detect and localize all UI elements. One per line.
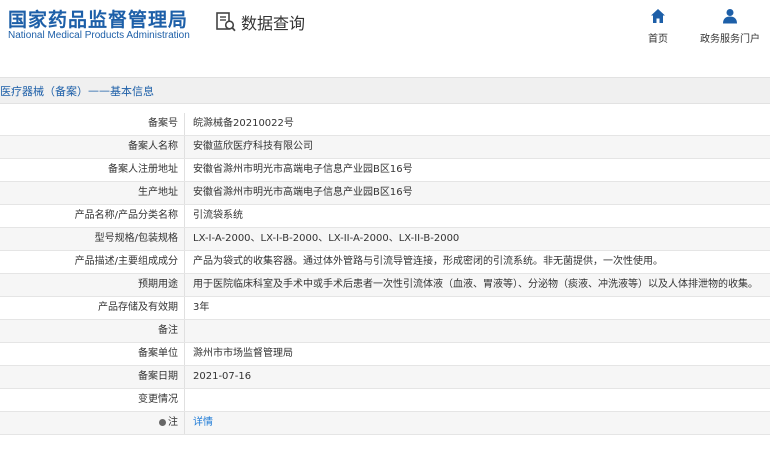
query-title: 数据查询: [241, 14, 306, 33]
row-value: 安徽省滁州市明光市高端电子信息产业园B区16号: [193, 187, 413, 198]
table-row: 预期用途 用于医院临床科室及手术中或手术后患者一次性引流体液（血液、胃液等）、分…: [0, 274, 770, 297]
header-spacer: [0, 60, 770, 76]
table-row: 备注: [0, 320, 770, 343]
row-value: [185, 389, 770, 411]
row-label: 产品名称/产品分类名称: [0, 205, 185, 227]
row-value: 详情: [185, 412, 770, 434]
row-label: 备案单位: [0, 343, 185, 365]
row-value: 3年: [193, 302, 210, 313]
row-value: 产品为袋式的收集容器。通过体外管路与引流导管连接，形成密闭的引流系统。非无菌提供…: [193, 256, 663, 267]
row-value: 安徽蓝欣医疗科技有限公司: [193, 141, 313, 152]
row-label: 备案号: [0, 113, 185, 135]
nav-home[interactable]: 首页: [648, 8, 668, 45]
table-row: 生产地址 安徽省滁州市明光市高端电子信息产业园B区16号: [0, 182, 770, 205]
table-row: 备案人名称 安徽蓝欣医疗科技有限公司: [0, 136, 770, 159]
row-label: 备注: [0, 320, 185, 342]
row-label: 备案人注册地址: [0, 159, 185, 181]
row-label: 备案日期: [0, 366, 185, 388]
table-row: 备案人注册地址 安徽省滁州市明光市高端电子信息产业园B区16号: [0, 159, 770, 182]
row-label: 型号规格/包装规格: [0, 228, 185, 250]
nav-service-portal[interactable]: 政务服务门户: [700, 8, 760, 45]
table-row: 产品名称/产品分类名称 引流袋系统: [0, 205, 770, 228]
row-label: 预期用途: [0, 274, 185, 296]
site-logo-title[interactable]: 国家药品监督管理局: [8, 5, 188, 32]
data-query-heading: 数据查询: [215, 10, 305, 34]
row-value: 滁州市市场监督管理局: [193, 348, 293, 359]
row-value: [185, 320, 770, 342]
row-label: 生产地址: [0, 182, 185, 204]
row-value: 用于医院临床科室及手术中或手术后患者一次性引流体液（血液、胃液等）、分泌物（痰液…: [193, 279, 758, 290]
user-icon: [723, 9, 737, 24]
row-value: 安徽省滁州市明光市高端电子信息产业园B区16号: [193, 164, 413, 175]
site-header: 国家药品监督管理局 National Medical Products Admi…: [0, 0, 770, 60]
table-row: 备案日期 2021-07-16: [0, 366, 770, 389]
nav-home-label: 首页: [648, 34, 668, 45]
note-bullet-icon: [159, 418, 166, 426]
breadcrumb-page: 基本信息: [110, 84, 154, 98]
table-row: 产品描述/主要组成成分 产品为袋式的收集容器。通过体外管路与引流导管连接，形成密…: [0, 251, 770, 274]
nav-service-portal-label: 政务服务门户: [700, 34, 760, 45]
row-label: 备案人名称: [0, 136, 185, 158]
info-table: 备案号 皖滁械备20210022号 备案人名称 安徽蓝欣医疗科技有限公司 备案人…: [0, 113, 770, 435]
row-value: LX-I-A-2000、LX-I-B-2000、LX-II-A-2000、LX-…: [193, 233, 460, 244]
note-label: 注: [168, 417, 178, 428]
table-row: 备案号 皖滁械备20210022号: [0, 113, 770, 136]
table-row: 产品存储及有效期 3年: [0, 297, 770, 320]
breadcrumb-section[interactable]: 医疗器械（备案）: [0, 83, 88, 99]
row-value: 皖滁械备20210022号: [193, 118, 294, 129]
row-label: 变更情况: [0, 389, 185, 411]
breadcrumb: 医疗器械（备案） —— 基本信息: [0, 77, 770, 104]
row-value: 引流袋系统: [193, 210, 243, 221]
table-row: 变更情况: [0, 389, 770, 412]
breadcrumb-separator: ——: [88, 84, 110, 97]
row-value: 2021-07-16: [193, 371, 252, 382]
table-row: 型号规格/包装规格 LX-I-A-2000、LX-I-B-2000、LX-II-…: [0, 228, 770, 251]
row-label: 产品描述/主要组成成分: [0, 251, 185, 273]
details-link[interactable]: 详情: [193, 417, 213, 428]
home-icon: [651, 9, 665, 23]
table-row: 备案单位 滁州市市场监督管理局: [0, 343, 770, 366]
site-logo-subtitle: National Medical Products Administration: [8, 30, 190, 41]
table-row: 注 详情: [0, 412, 770, 435]
row-label: 产品存储及有效期: [0, 297, 185, 319]
row-label-note: 注: [0, 412, 185, 434]
document-search-icon: [216, 12, 236, 32]
